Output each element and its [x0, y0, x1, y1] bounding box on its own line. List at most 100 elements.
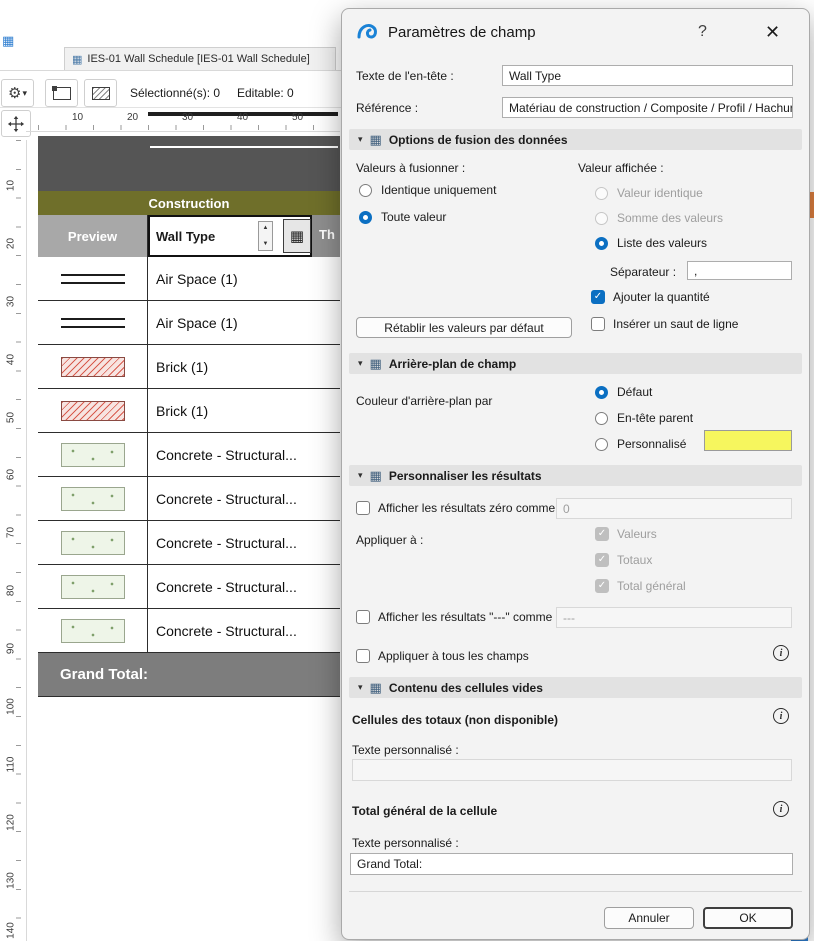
schedule-row[interactable]: Air Space (1)	[38, 301, 340, 345]
dash-results-input: ---	[556, 607, 792, 628]
schedule-title-band	[38, 136, 340, 191]
info-icon[interactable]: i	[773, 645, 789, 661]
navigator-grid-icon[interactable]: ▦	[2, 33, 14, 49]
schedule-row[interactable]: Concrete - Structural...	[38, 477, 340, 521]
vruler-num: 90	[6, 640, 17, 658]
radio-label-identical-only[interactable]: Identique uniquement	[381, 183, 496, 197]
values-to-merge-label: Valeurs à fusionner :	[356, 161, 465, 175]
info-icon[interactable]: i	[773, 708, 789, 724]
customize-results-icon: ▦	[370, 469, 382, 482]
check-icon: ✓	[598, 529, 606, 539]
collapse-icon[interactable]: ▾	[358, 682, 363, 693]
preview-cell	[38, 345, 148, 388]
reference-label: Référence :	[356, 101, 418, 115]
scheme-settings-button[interactable]: ⚙ ▾	[1, 79, 34, 107]
section-field-background[interactable]: ▾ ▦ Arrière-plan de champ	[349, 353, 802, 374]
schedule-row[interactable]: Brick (1)	[38, 389, 340, 433]
schedule-row[interactable]: Concrete - Structural...	[38, 609, 340, 653]
column-sort-spinner[interactable]: ▲ ▼	[258, 221, 273, 251]
radio-custom[interactable]	[595, 438, 608, 451]
tab-label: IES-01 Wall Schedule [IES-01 Wall Schedu…	[87, 53, 309, 65]
grand-total-text-input[interactable]: Grand Total:	[350, 853, 793, 875]
checkbox-zero-results[interactable]	[356, 501, 370, 515]
separator-input[interactable]: ,	[687, 261, 792, 280]
info-icon[interactable]: i	[773, 801, 789, 817]
radio-default[interactable]	[595, 386, 608, 399]
vruler-num: 80	[6, 582, 17, 600]
construction-group-header[interactable]: Construction	[38, 191, 340, 215]
schedule-row[interactable]: Concrete - Structural...	[38, 565, 340, 609]
radio-parent-header[interactable]	[595, 412, 608, 425]
spinner-down-icon[interactable]: ▼	[263, 241, 269, 247]
select-items-button[interactable]	[45, 79, 78, 107]
radio-label-custom[interactable]: Personnalisé	[617, 437, 686, 451]
reset-defaults-button[interactable]: Rétablir les valeurs par défaut	[356, 317, 572, 338]
collapse-icon[interactable]: ▾	[358, 134, 363, 145]
air-space-swatch	[61, 318, 125, 328]
marquee-icon	[53, 87, 71, 100]
dialog-title: Paramètres de champ	[388, 24, 536, 41]
radio-label-list-of-values[interactable]: Liste des valeurs	[617, 236, 707, 250]
checkbox-label-apply-all-fields[interactable]: Appliquer à tous les champs	[378, 649, 529, 663]
wall-type-cell: Brick (1)	[148, 389, 340, 432]
close-button[interactable]: ✕	[765, 22, 780, 43]
checkbox-label-zero-results[interactable]: Afficher les résultats zéro comme :	[378, 501, 562, 515]
pan-arrows-icon	[7, 115, 25, 133]
checkbox-add-quantity[interactable]: ✓	[591, 290, 605, 304]
vruler-num: 20	[6, 235, 17, 253]
wall-type-cell: Concrete - Structural...	[148, 433, 340, 476]
section-customize-results[interactable]: ▾ ▦ Personnaliser les résultats	[349, 465, 802, 486]
vruler-num: 70	[6, 524, 17, 542]
radio-any-value[interactable]	[359, 211, 372, 224]
schedule-row[interactable]: Brick (1)	[38, 345, 340, 389]
schedule-row[interactable]: Concrete - Structural...	[38, 521, 340, 565]
schedule-row[interactable]: Air Space (1)	[38, 257, 340, 301]
cancel-button[interactable]: Annuler	[604, 907, 694, 929]
select-criteria-button[interactable]	[84, 79, 117, 107]
reference-input[interactable]: Matériau de construction / Composite / P…	[502, 97, 793, 118]
radio-identical-value	[595, 187, 608, 200]
info-glyph: i	[780, 804, 783, 815]
totals-cells-label: Cellules des totaux (non disponible)	[352, 713, 558, 727]
collapse-icon[interactable]: ▾	[358, 358, 363, 369]
checkbox-label-dash-results[interactable]: Afficher les résultats "---" comme :	[378, 610, 559, 624]
checkbox-label-apply-totals: Totaux	[617, 553, 652, 567]
ok-button[interactable]: OK	[703, 907, 793, 929]
column-options-button[interactable]: ▦	[283, 219, 311, 253]
collapse-icon[interactable]: ▾	[358, 470, 363, 481]
checkbox-label-insert-line-break[interactable]: Insérer un saut de ligne	[613, 317, 738, 331]
application-window: ▦ ▦ IES-01 Wall Schedule [IES-01 Wall Sc…	[0, 0, 814, 941]
archicad-logo-icon	[355, 19, 381, 45]
spinner-up-icon[interactable]: ▲	[263, 225, 269, 231]
concrete-swatch	[61, 531, 125, 555]
next-column-header[interactable]: Th	[312, 215, 340, 257]
header-text-input[interactable]: Wall Type	[502, 65, 793, 86]
zero-results-input: 0	[556, 498, 792, 519]
section-empty-cells[interactable]: ▾ ▦ Contenu des cellules vides	[349, 677, 802, 698]
checkbox-insert-line-break[interactable]	[591, 317, 605, 331]
radio-label-any-value[interactable]: Toute valeur	[381, 210, 446, 224]
tab-wall-schedule[interactable]: ▦ IES-01 Wall Schedule [IES-01 Wall Sche…	[64, 47, 336, 70]
dash-results-value: ---	[563, 611, 575, 625]
gear-icon: ⚙	[8, 84, 21, 102]
radio-identical-only[interactable]	[359, 184, 372, 197]
pan-tool-button[interactable]	[1, 110, 31, 137]
checkbox-apply-values: ✓	[595, 527, 609, 541]
background-color-label: Couleur d'arrière-plan par	[356, 394, 492, 408]
radio-list-of-values[interactable]	[595, 237, 608, 250]
radio-label-parent-header[interactable]: En-tête parent	[617, 411, 693, 425]
checkbox-apply-all-fields[interactable]	[356, 649, 370, 663]
checkbox-label-add-quantity[interactable]: Ajouter la quantité	[613, 290, 710, 304]
section-merge-options[interactable]: ▾ ▦ Options de fusion des données	[349, 129, 802, 150]
vruler-num: 110	[6, 756, 17, 774]
preview-column-header[interactable]: Preview	[38, 215, 148, 257]
checkbox-dash-results[interactable]	[356, 610, 370, 624]
schedule-row[interactable]: Concrete - Structural...	[38, 433, 340, 477]
group-header-label: Construction	[149, 196, 230, 211]
reset-defaults-label: Rétablir les valeurs par défaut	[384, 321, 543, 335]
grand-total-row[interactable]: Grand Total:	[38, 653, 340, 697]
help-button[interactable]: ?	[698, 23, 707, 41]
custom-color-swatch[interactable]	[704, 430, 792, 451]
radio-label-default[interactable]: Défaut	[617, 385, 652, 399]
field-settings-dialog: Paramètres de champ ? ✕ Texte de l'en-tê…	[341, 8, 810, 940]
